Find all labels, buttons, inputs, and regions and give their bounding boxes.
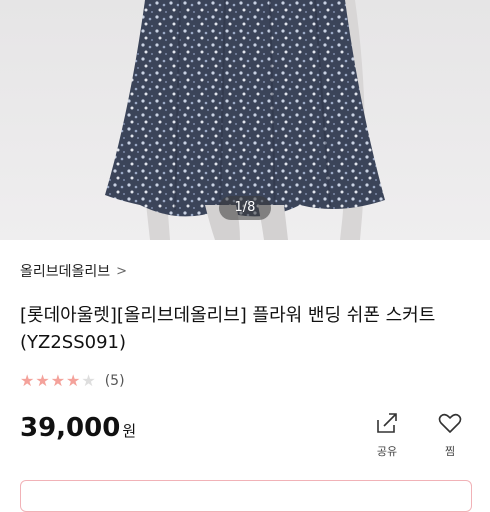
product-image[interactable]: 1/8: [0, 0, 490, 240]
share-icon: [377, 413, 397, 433]
star-icon: ★: [20, 371, 36, 390]
star-icon: ★: [35, 371, 51, 390]
star-icon: ★: [66, 371, 82, 390]
star-rating: ★★★★★: [20, 371, 97, 390]
heart-icon: [438, 413, 462, 433]
wishlist-label: 찜: [444, 445, 456, 458]
brand-name: 올리브데올리브: [20, 264, 111, 280]
product-title: [롯데아울렛][올리브데올리브] 플라워 밴딩 쉬폰 스커트 (YZ2SS091…: [20, 305, 436, 353]
bottom-action-button[interactable]: [20, 480, 472, 512]
rating[interactable]: ★★★★★ (5): [20, 371, 125, 390]
price: 39,000 원: [20, 413, 136, 443]
share-label: 공유: [376, 445, 398, 458]
price-unit: 원: [122, 422, 137, 440]
price-value: 39,000: [20, 413, 121, 443]
wishlist-button[interactable]: 찜: [430, 410, 470, 459]
chevron-right-icon: >: [116, 263, 128, 279]
star-icon: ★: [50, 371, 67, 390]
brand-link[interactable]: 올리브데올리브 >: [20, 261, 127, 281]
review-count: (5): [104, 372, 125, 389]
star-empty-icon: ★: [81, 371, 97, 390]
image-counter: 1/8: [219, 196, 271, 220]
share-button[interactable]: 공유: [367, 410, 407, 459]
